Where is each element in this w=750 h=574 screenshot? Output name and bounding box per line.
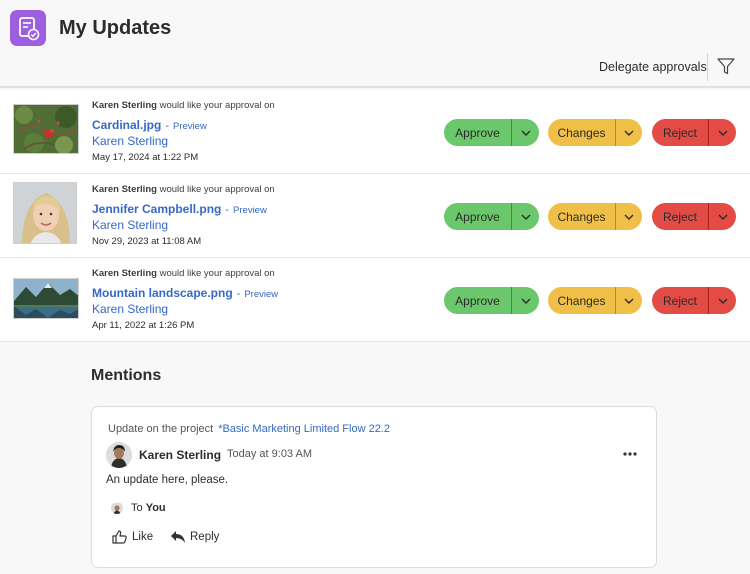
page-header: My Updates Delegate approvals	[0, 0, 750, 88]
approval-row: Karen Sterling would like your approval …	[0, 258, 750, 342]
reject-dropdown-button[interactable]	[709, 119, 736, 146]
changes-split-button: Changes	[548, 287, 642, 314]
file-name-link[interactable]: Mountain landscape.png	[92, 286, 233, 300]
chevron-down-icon	[521, 214, 530, 220]
chevron-down-icon	[624, 214, 634, 220]
chevron-down-icon	[521, 130, 530, 136]
reject-button[interactable]: Reject	[652, 119, 708, 146]
project-prefix: Update on the project	[108, 423, 214, 435]
approve-dropdown-button[interactable]	[512, 203, 539, 230]
changes-dropdown-button[interactable]	[616, 203, 642, 230]
preview-link[interactable]: Preview	[173, 121, 207, 132]
chevron-down-icon	[624, 298, 634, 304]
request-date: Nov 29, 2023 at 11:08 AM	[92, 236, 202, 247]
recipient-avatar	[111, 502, 123, 514]
mention-card: Update on the project *Basic Marketing Li…	[91, 406, 657, 568]
approve-split-button: Approve	[444, 203, 539, 230]
reply-icon[interactable]	[170, 530, 186, 544]
project-line: Update on the project *Basic Marketing Li…	[108, 423, 390, 435]
approval-row: Karen Sterling would like your approval …	[0, 174, 750, 258]
cardinal-bird-image[interactable]	[13, 104, 79, 154]
approval-row: Karen Sterling would like your approval …	[0, 90, 750, 174]
timestamp: Today at 9:03 AM	[227, 448, 312, 460]
mountain-lake-image[interactable]	[13, 278, 79, 319]
request-date: May 17, 2024 at 1:22 PM	[92, 152, 199, 163]
approve-dropdown-button[interactable]	[512, 119, 539, 146]
project-link[interactable]: *Basic Marketing Limited Flow 22.2	[218, 423, 390, 435]
separator: -	[165, 120, 170, 132]
request-text: Karen Sterling would like your approval …	[92, 268, 275, 279]
preview-link[interactable]: Preview	[244, 289, 278, 300]
approve-button[interactable]: Approve	[444, 287, 511, 314]
changes-dropdown-button[interactable]	[616, 119, 642, 146]
like-button[interactable]: Like	[132, 531, 153, 543]
mentions-heading: Mentions	[91, 367, 162, 384]
separator-dot: ·	[216, 448, 220, 460]
reply-button[interactable]: Reply	[190, 531, 219, 543]
chevron-down-icon	[718, 214, 727, 220]
approve-button[interactable]: Approve	[444, 119, 511, 146]
author-name[interactable]: Karen Sterling	[139, 448, 221, 462]
reject-dropdown-button[interactable]	[709, 203, 736, 230]
delegate-approvals-button[interactable]: Delegate approvals	[599, 60, 707, 74]
person-link[interactable]: Karen Sterling	[92, 134, 168, 148]
reject-button[interactable]: Reject	[652, 287, 708, 314]
request-text: Karen Sterling would like your approval …	[92, 184, 275, 195]
file-name-link[interactable]: Jennifer Campbell.png	[92, 202, 221, 216]
updates-document-icon	[10, 10, 46, 46]
request-date: Apr 11, 2022 at 1:26 PM	[92, 320, 195, 331]
avatar[interactable]	[106, 442, 132, 468]
reject-split-button: Reject	[652, 119, 736, 146]
more-options-icon[interactable]	[620, 447, 640, 461]
approve-split-button: Approve	[444, 119, 539, 146]
chevron-down-icon	[718, 298, 727, 304]
portrait-photo-image[interactable]	[13, 182, 77, 244]
approve-split-button: Approve	[444, 287, 539, 314]
recipient-line: To You	[131, 502, 166, 514]
header-divider	[707, 53, 708, 81]
approve-dropdown-button[interactable]	[512, 287, 539, 314]
person-link[interactable]: Karen Sterling	[92, 218, 168, 232]
changes-button[interactable]: Changes	[548, 287, 615, 314]
chevron-down-icon	[718, 130, 727, 136]
changes-split-button: Changes	[548, 203, 642, 230]
changes-dropdown-button[interactable]	[616, 287, 642, 314]
file-name-link[interactable]: Cardinal.jpg	[92, 118, 161, 132]
changes-button[interactable]: Changes	[548, 203, 615, 230]
reject-split-button: Reject	[652, 203, 736, 230]
chevron-down-icon	[624, 130, 634, 136]
filter-icon[interactable]	[717, 57, 735, 75]
thumbs-up-icon[interactable]	[112, 530, 127, 544]
page-title: My Updates	[59, 17, 172, 39]
approve-button[interactable]: Approve	[444, 203, 511, 230]
chevron-down-icon	[521, 298, 530, 304]
changes-button[interactable]: Changes	[548, 119, 615, 146]
reject-dropdown-button[interactable]	[709, 287, 736, 314]
reject-split-button: Reject	[652, 287, 736, 314]
reject-button[interactable]: Reject	[652, 203, 708, 230]
separator: -	[225, 204, 230, 216]
person-link[interactable]: Karen Sterling	[92, 302, 168, 316]
changes-split-button: Changes	[548, 119, 642, 146]
preview-link[interactable]: Preview	[233, 205, 267, 216]
separator: -	[236, 288, 241, 300]
request-text: Karen Sterling would like your approval …	[92, 100, 275, 111]
message-text: An update here, please.	[106, 474, 229, 486]
